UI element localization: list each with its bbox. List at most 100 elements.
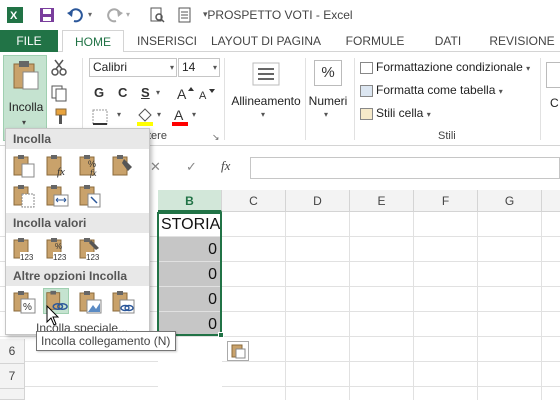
cell-styles-icon [360, 108, 373, 120]
cell-b2[interactable]: 0 [158, 237, 221, 262]
column-header-c[interactable]: C [222, 190, 286, 212]
font-size-value: 14 [182, 60, 196, 74]
paste-values-icon[interactable]: 123 [11, 236, 37, 262]
window-title: PROSPETTO VOTI - Excel [207, 8, 353, 22]
font-name-select[interactable]: Calibri ▾ [89, 58, 177, 77]
mouse-cursor-icon [46, 305, 60, 326]
font-name-value: Calibri [93, 60, 128, 74]
keep-source-format-icon[interactable] [110, 153, 136, 179]
svg-text:123: 123 [86, 253, 100, 262]
paste-formulas-number-format-icon[interactable]: % fx [77, 153, 103, 179]
svg-text:123: 123 [20, 253, 34, 262]
borders-dropdown-icon[interactable]: ▾ [117, 110, 121, 119]
number-format-button[interactable]: % Numeri ▾ [306, 58, 350, 128]
formula-input[interactable] [250, 157, 560, 179]
paste-formatting-icon[interactable]: % [11, 289, 37, 315]
keep-column-widths-icon[interactable] [44, 183, 70, 209]
cut-icon[interactable] [50, 58, 68, 76]
row-header-6[interactable]: 6 [0, 339, 25, 364]
font-color-dropdown-icon[interactable]: ▾ [192, 110, 196, 119]
format-painter-icon[interactable] [50, 107, 68, 125]
alignment-button[interactable]: Allineamento ▾ [228, 58, 304, 128]
underline-button[interactable]: S [141, 85, 150, 100]
underline-dropdown-icon[interactable]: ▾ [156, 88, 160, 97]
paste-values-number-format-icon[interactable]: % 123 [44, 236, 70, 262]
increase-font-size-icon[interactable]: A [176, 85, 194, 101]
title-bar: X ▾ ▾ ▾ PROSPETTO VOTI - Excel [0, 0, 560, 30]
cell-b4[interactable]: 0 [158, 287, 221, 312]
cell-b1[interactable]: STORIA [158, 212, 221, 237]
clipboard-icon [13, 61, 39, 90]
font-color-icon[interactable]: A [171, 106, 189, 126]
italic-button[interactable]: C [118, 85, 127, 100]
column-header-f[interactable]: F [414, 190, 478, 212]
svg-text:fx: fx [57, 166, 65, 178]
borders-icon[interactable] [92, 109, 108, 125]
row-header-8[interactable] [0, 389, 25, 400]
tab-home[interactable]: HOME [62, 30, 124, 53]
row-headers: 6 7 [0, 337, 25, 400]
tab-formule[interactable]: FORMULE [340, 30, 410, 52]
format-as-table-icon [360, 85, 373, 97]
column-header-b[interactable]: B [158, 190, 222, 212]
no-borders-icon[interactable] [11, 183, 37, 209]
bold-button[interactable]: G [94, 85, 104, 100]
font-group-label: tere [148, 130, 167, 142]
conditional-formatting-button[interactable]: Formattazione condizionale ▾ [376, 60, 530, 74]
fill-color-dropdown-icon[interactable]: ▾ [157, 110, 161, 119]
fill-handle[interactable] [218, 332, 224, 338]
format-as-table-button[interactable]: Formatta come tabella ▾ [376, 83, 503, 97]
paste-dropdown-icon: ▾ [22, 118, 27, 127]
chevron-down-icon: ▾ [212, 63, 217, 72]
column-header-e[interactable]: E [350, 190, 414, 212]
paste-formulas-icon[interactable]: fx [44, 153, 70, 179]
cancel-icon[interactable]: ✕ [150, 159, 161, 175]
svg-text:%: % [23, 302, 32, 313]
cell-styles-label: Stili cella [376, 106, 424, 120]
percent-icon: % [314, 60, 342, 86]
font-dialog-launcher-icon[interactable]: ↘ [212, 132, 220, 143]
tab-dati[interactable]: DATI [426, 30, 470, 52]
paste-menu: Incolla fx % fx Incolla valori 123 % 123… [5, 128, 150, 335]
fill-color-icon[interactable] [136, 106, 154, 126]
paste-picture-icon[interactable] [77, 289, 103, 315]
menu-section-incolla-valori: Incolla valori [6, 213, 149, 233]
chevron-down-icon: ▾ [324, 110, 329, 119]
ribbon-tabs: FILE HOME INSERISCI LAYOUT DI PAGINA FOR… [0, 30, 560, 53]
cells-group-icon[interactable] [546, 62, 560, 88]
row-header-7[interactable]: 7 [0, 364, 25, 389]
column-header-g[interactable]: G [478, 190, 542, 212]
alignment-label: Allineamento [231, 94, 301, 108]
column-header-d[interactable]: D [286, 190, 350, 212]
tab-layout-di-pagina[interactable]: LAYOUT DI PAGINA [208, 30, 324, 52]
align-lines-icon [252, 62, 280, 86]
number-label: Numeri [308, 94, 348, 108]
cell-styles-button[interactable]: Stili cella ▾ [376, 106, 431, 120]
svg-text:%: % [55, 242, 62, 251]
tab-inserisci[interactable]: INSERISCI [136, 30, 198, 52]
cell-b3[interactable]: 0 [158, 262, 221, 287]
svg-text:A: A [174, 107, 184, 123]
tab-file[interactable]: FILE [0, 30, 58, 52]
paste-linked-picture-icon[interactable] [110, 289, 136, 315]
insert-function-icon[interactable]: fx [221, 158, 230, 174]
chevron-down-icon: ▾ [426, 110, 431, 119]
paste-values-source-format-icon[interactable]: 123 [77, 236, 103, 262]
confirm-icon[interactable]: ✓ [186, 159, 197, 175]
decrease-font-size-icon[interactable]: A [198, 87, 216, 101]
paste-icon[interactable] [11, 153, 37, 179]
column-header-h[interactable] [542, 190, 560, 212]
styles-group-label: Stili [438, 130, 456, 142]
copy-icon[interactable] [50, 84, 68, 102]
ribbon-separator [540, 58, 541, 140]
chevron-down-icon: ▾ [526, 64, 531, 73]
transpose-icon[interactable] [77, 183, 103, 209]
paste-label: Incolla [8, 100, 44, 114]
chevron-down-icon: ▾ [498, 87, 503, 96]
menu-section-altre-opzioni: Altre opzioni Incolla [6, 266, 149, 286]
menu-section-incolla: Incolla [6, 129, 149, 149]
paste-options-button[interactable] [227, 341, 249, 361]
tab-revisione[interactable]: REVISIONE [484, 30, 560, 52]
empty-cells[interactable] [222, 212, 560, 400]
font-size-select[interactable]: 14 ▾ [178, 58, 220, 77]
